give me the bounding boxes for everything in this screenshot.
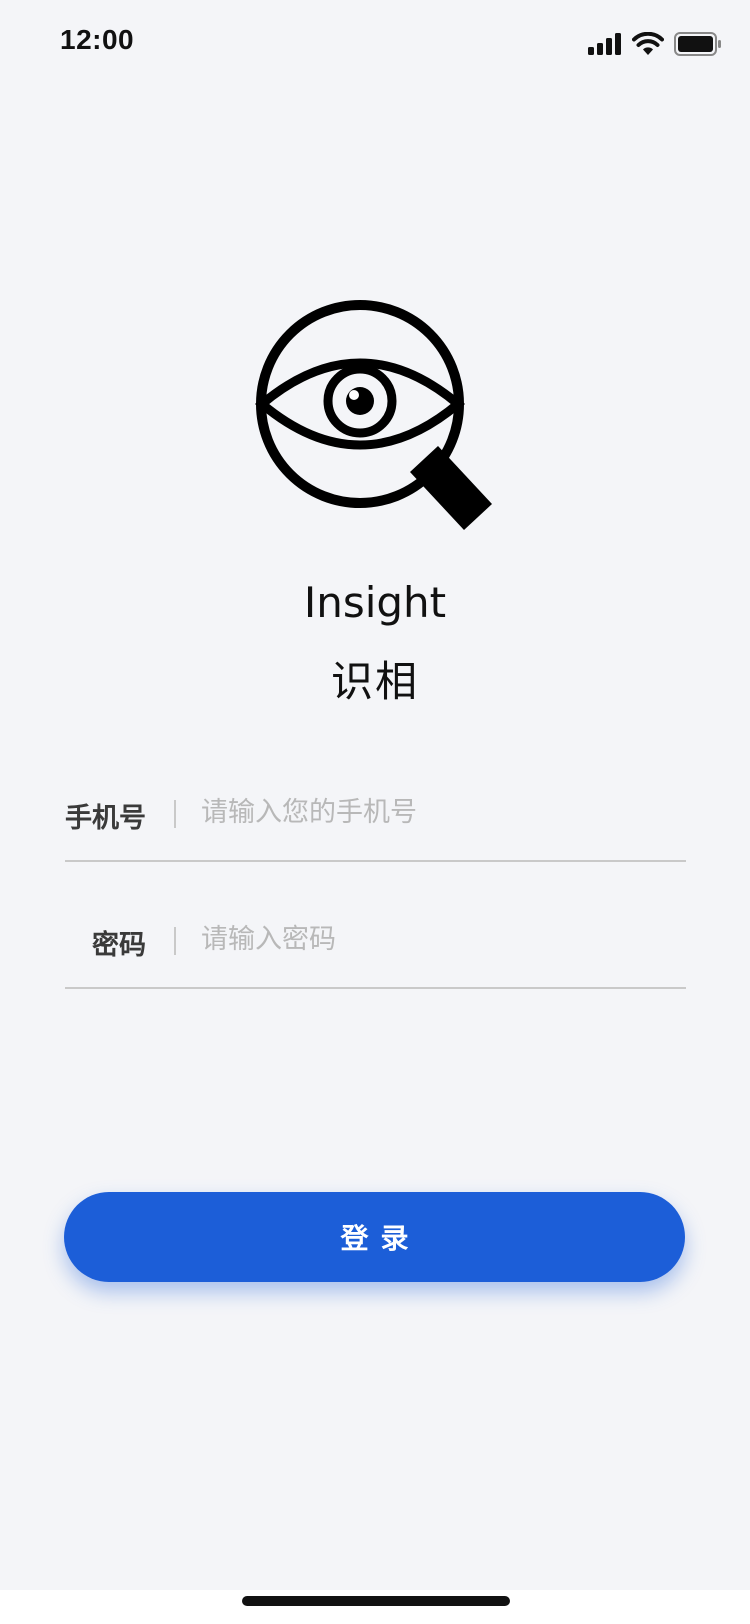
password-input[interactable] [201,911,671,967]
status-bar: 12:00 [0,0,750,88]
cellular-signal-icon [588,33,621,55]
phone-divider [174,800,176,828]
phone-input[interactable] [201,784,671,840]
wifi-icon [632,32,664,55]
phone-label: 手机号 [65,803,146,834]
home-indicator[interactable] [242,1596,510,1606]
app-name: Insight [303,578,447,627]
login-button-label: 登录 [340,1222,421,1255]
phone-field: 手机号 [65,776,686,862]
status-time: 12:00 [60,24,135,55]
login-button[interactable]: 登录 [64,1192,685,1282]
app-name-chinese: 识相 [330,657,419,706]
password-label: 密码 [92,930,146,961]
status-icons [588,28,722,60]
password-divider [174,927,176,955]
battery-icon [674,32,721,56]
magnifier-eye-icon [254,300,492,530]
password-field: 密码 [65,903,686,989]
